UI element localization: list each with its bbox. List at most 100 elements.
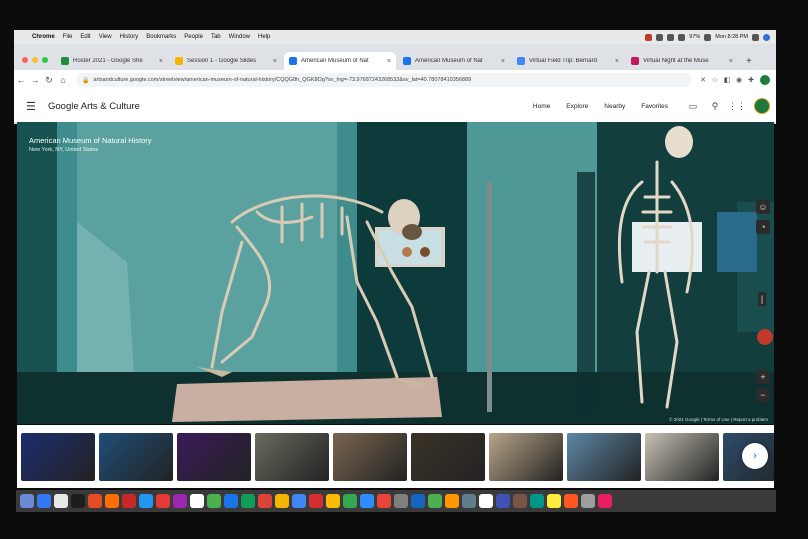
lock-icon[interactable]: 🔒: [82, 77, 89, 84]
streetview-panorama[interactable]: American Museum of Natural History New Y…: [17, 122, 774, 424]
tab-close-icon[interactable]: ×: [273, 58, 277, 65]
panorama-title[interactable]: American Museum of Natural History: [29, 136, 152, 145]
dock-app-icon-22[interactable]: [377, 494, 391, 508]
dock-app-icon-1[interactable]: [20, 494, 34, 508]
compass-icon[interactable]: ◔: [756, 220, 770, 234]
dock-app-icon-18[interactable]: [309, 494, 323, 508]
dock-app-icon-28[interactable]: [479, 494, 493, 508]
dock-app-icon-5[interactable]: [88, 494, 102, 508]
thumbnail-7[interactable]: [489, 432, 563, 481]
cast-icon[interactable]: ▭: [682, 101, 704, 112]
dock-app-icon-24[interactable]: [411, 494, 425, 508]
dock-app-icon-26[interactable]: [445, 494, 459, 508]
menu-help[interactable]: Help: [254, 34, 274, 40]
dock-app-icon-14[interactable]: [241, 494, 255, 508]
thumbnail-1[interactable]: [21, 432, 95, 481]
dock-app-icon-20[interactable]: [343, 494, 357, 508]
browser-tab-1[interactable]: Roster 2021 - Google She ×: [56, 52, 168, 70]
browser-tab-4[interactable]: American Museum of Nat ×: [398, 52, 510, 70]
menu-tab[interactable]: Tab: [207, 34, 225, 40]
star-icon[interactable]: ☆: [709, 76, 721, 84]
dock-app-icon-25[interactable]: [428, 494, 442, 508]
thumbnail-3[interactable]: [177, 432, 251, 481]
thumbnail-5[interactable]: [333, 432, 407, 481]
pegman-icon[interactable]: ☺: [756, 200, 770, 214]
dock-app-icon-16[interactable]: [275, 494, 289, 508]
dock-app-icon-17[interactable]: [292, 494, 306, 508]
tab-close-icon[interactable]: ×: [729, 58, 733, 65]
menu-history[interactable]: History: [116, 34, 143, 40]
tab-close-icon[interactable]: ×: [387, 58, 391, 65]
minimize-window-button[interactable]: [32, 57, 38, 63]
new-tab-button[interactable]: +: [740, 56, 758, 70]
dock-app-icon-30[interactable]: [513, 494, 527, 508]
address-bar[interactable]: 🔒 artsandculture.google.com/streetview/a…: [76, 73, 691, 87]
nav-nearby[interactable]: Nearby: [604, 103, 625, 110]
dock-app-icon-21[interactable]: [360, 494, 374, 508]
nav-explore[interactable]: Explore: [566, 103, 588, 110]
wifi-icon[interactable]: [667, 33, 675, 41]
dock-app-icon-6[interactable]: [105, 494, 119, 508]
maximize-window-button[interactable]: [42, 57, 48, 63]
browser-tab-3[interactable]: American Museum of Nat ×: [284, 52, 396, 70]
dock-app-icon-35[interactable]: [598, 494, 612, 508]
nav-home[interactable]: Home: [533, 103, 550, 110]
dock-app-icon-23[interactable]: [394, 494, 408, 508]
nav-favorites[interactable]: Favorites: [641, 103, 668, 110]
extension-icon[interactable]: ◧: [721, 76, 733, 84]
thumbnail-4[interactable]: [255, 432, 329, 481]
dock-app-icon-2[interactable]: [37, 494, 51, 508]
close-search-icon[interactable]: ✕: [697, 76, 709, 84]
dock-app-icon-9[interactable]: [156, 494, 170, 508]
status-icon-red[interactable]: [645, 33, 653, 41]
thumbnail-2[interactable]: [99, 432, 173, 481]
panorama-footer[interactable]: © 2021 Google | Terms of Use | Report a …: [669, 417, 768, 422]
search-icon[interactable]: [752, 33, 759, 41]
dock-app-icon-29[interactable]: [496, 494, 510, 508]
dock-app-icon-12[interactable]: [207, 494, 221, 508]
dock-app-icon-33[interactable]: [564, 494, 578, 508]
back-icon[interactable]: ←: [14, 75, 28, 85]
apps-grid-icon[interactable]: ⋮⋮: [726, 101, 748, 112]
dock-app-icon-10[interactable]: [173, 494, 187, 508]
dock-app-icon-15[interactable]: [258, 494, 272, 508]
dock-app-icon-27[interactable]: [462, 494, 476, 508]
menu-app-chrome[interactable]: Chrome: [28, 34, 59, 40]
menu-people[interactable]: People: [180, 34, 207, 40]
siri-icon[interactable]: [763, 33, 770, 41]
dock-app-icon-11[interactable]: [190, 494, 204, 508]
dock-app-icon-8[interactable]: [139, 494, 153, 508]
tab-close-icon[interactable]: ×: [159, 58, 163, 65]
thumbnail-8[interactable]: [567, 432, 641, 481]
dock-app-icon-32[interactable]: [547, 494, 561, 508]
dock-app-icon-31[interactable]: [530, 494, 544, 508]
close-window-button[interactable]: [22, 57, 28, 63]
menu-bookmarks[interactable]: Bookmarks: [142, 34, 180, 40]
hamburger-menu-icon[interactable]: ☰: [26, 100, 40, 113]
status-icon[interactable]: [656, 33, 664, 41]
zoom-in-button[interactable]: +: [756, 370, 770, 384]
dock-app-icon-19[interactable]: [326, 494, 340, 508]
dock-app-icon-7[interactable]: [122, 494, 136, 508]
forward-icon[interactable]: →: [28, 75, 42, 85]
menu-file[interactable]: File: [59, 34, 77, 40]
thumbnail-9[interactable]: [645, 432, 719, 481]
reload-icon[interactable]: ↻: [42, 75, 56, 86]
battery-icon[interactable]: [704, 33, 712, 41]
menu-view[interactable]: View: [95, 34, 116, 40]
profile-avatar[interactable]: [760, 75, 770, 85]
menu-window[interactable]: Window: [225, 34, 254, 40]
menu-clock[interactable]: Mon 8:28 PM: [715, 34, 748, 40]
next-thumbnails-button[interactable]: ›: [742, 443, 768, 469]
tab-close-icon[interactable]: ×: [615, 58, 619, 65]
extension-icon-2[interactable]: ◉: [733, 76, 745, 84]
volume-icon[interactable]: [678, 33, 686, 41]
dock-app-icon-3[interactable]: [54, 494, 68, 508]
tab-close-icon[interactable]: ×: [501, 58, 505, 65]
browser-tab-5[interactable]: Virtual Field Trip: Bernard ×: [512, 52, 624, 70]
home-icon[interactable]: ⌂: [56, 75, 70, 85]
dock-app-icon-13[interactable]: [224, 494, 238, 508]
menu-edit[interactable]: Edit: [76, 34, 94, 40]
gac-logo[interactable]: Google Arts & Culture: [48, 101, 140, 112]
browser-tab-6[interactable]: Virtual Night at the Muse ×: [626, 52, 738, 70]
